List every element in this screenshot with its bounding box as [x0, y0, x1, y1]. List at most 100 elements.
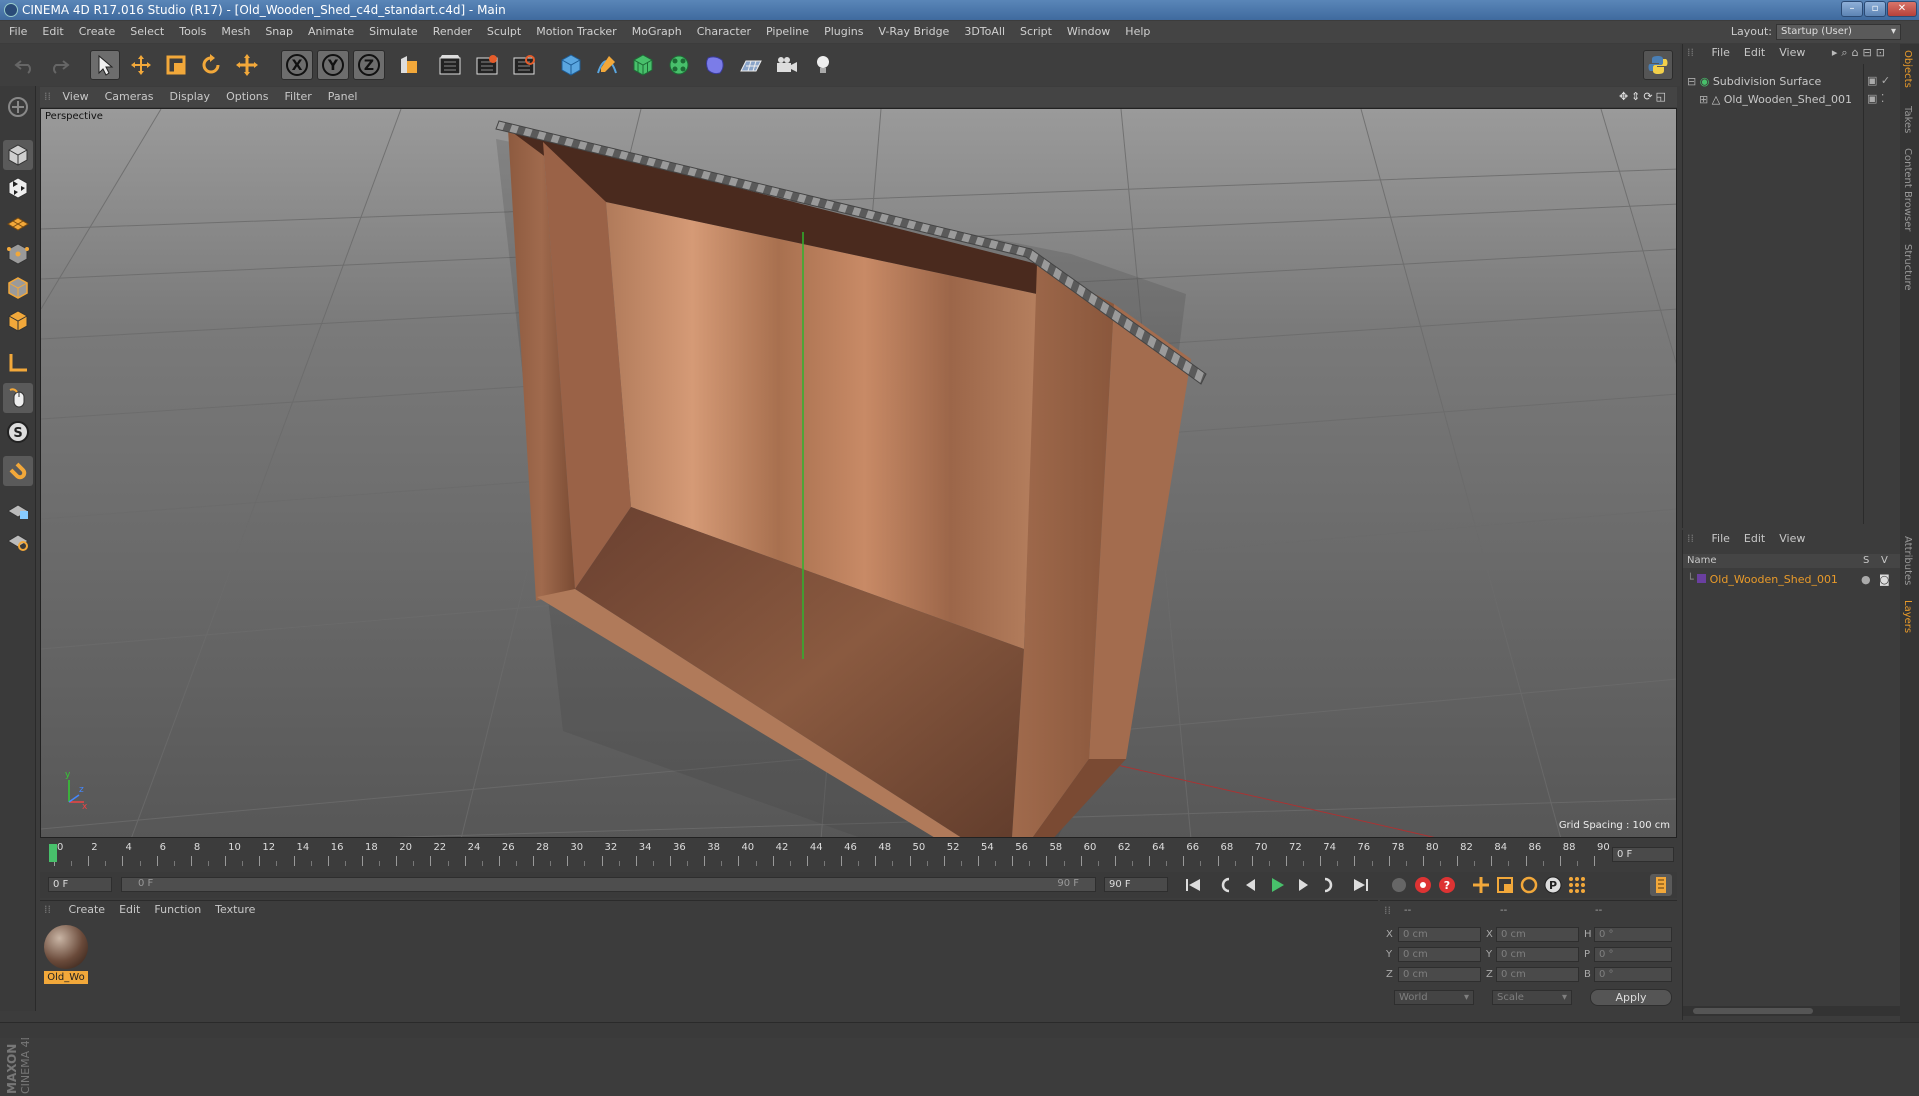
previous-frame-button[interactable] — [1240, 874, 1262, 896]
object-row-shed[interactable]: ⊞ △ Old_Wooden_Shed_001 — [1699, 92, 1867, 108]
live-select-button[interactable] — [232, 50, 262, 80]
size-z-field[interactable]: 0 cm — [1496, 967, 1579, 982]
key-rotation-button[interactable] — [1518, 874, 1540, 896]
close-button[interactable]: ✕ — [1887, 1, 1917, 17]
next-frame-button[interactable] — [1292, 874, 1314, 896]
light-button[interactable] — [808, 50, 838, 80]
menu-mesh[interactable]: Mesh — [221, 25, 250, 38]
redo-button[interactable] — [44, 50, 74, 80]
visibility-toggle-icon[interactable]: ▣ ⁚ — [1867, 92, 1884, 105]
viewport-menu-filter[interactable]: Filter — [285, 90, 312, 103]
viewport-menu-display[interactable]: Display — [170, 90, 211, 103]
axis-y-button[interactable]: Y — [317, 50, 349, 80]
key-position-button[interactable] — [1470, 874, 1492, 896]
go-to-start-button[interactable] — [1182, 874, 1204, 896]
viewport-menu-view[interactable]: View — [63, 90, 89, 103]
minimize-button[interactable]: – — [1841, 1, 1863, 17]
key-scale-button[interactable] — [1494, 874, 1516, 896]
texture-mode-button[interactable] — [3, 173, 33, 203]
object-menu-view[interactable]: View — [1779, 46, 1805, 59]
next-key-button[interactable] — [1318, 874, 1340, 896]
menu-edit[interactable]: Edit — [42, 25, 63, 38]
play-button[interactable] — [1266, 874, 1288, 896]
menu-file[interactable]: File — [9, 25, 27, 38]
tab-takes[interactable]: Takes — [1902, 106, 1913, 133]
model-mode-button[interactable] — [3, 92, 33, 122]
menu-3dtoall[interactable]: 3DToAll — [964, 25, 1005, 38]
select-tool-button[interactable] — [90, 50, 120, 80]
menu-plugins[interactable]: Plugins — [824, 25, 863, 38]
position-x-field[interactable]: 0 cm — [1398, 927, 1481, 942]
rotation-h-field[interactable]: 0 ° — [1594, 927, 1672, 942]
keyframe-selection-button[interactable]: ? — [1436, 874, 1458, 896]
menu-character[interactable]: Character — [697, 25, 751, 38]
tweak-mode-button[interactable] — [3, 383, 33, 413]
menu-vray-bridge[interactable]: V-Ray Bridge — [878, 25, 949, 38]
key-pla-button[interactable] — [1566, 874, 1588, 896]
3d-viewport[interactable]: y x z Perspective Grid Spacing : 100 cm — [40, 108, 1677, 838]
scrollbar-thumb[interactable] — [1693, 1008, 1813, 1014]
coordinate-system-button[interactable] — [394, 50, 424, 80]
object-menu-edit[interactable]: Edit — [1744, 46, 1765, 59]
menu-create[interactable]: Create — [79, 25, 116, 38]
floor-button[interactable] — [736, 50, 766, 80]
menu-select[interactable]: Select — [130, 25, 164, 38]
workplane-lock-button[interactable] — [3, 494, 33, 524]
viewport-menu-options[interactable]: Options — [226, 90, 268, 103]
render-picture-viewer-button[interactable] — [472, 50, 502, 80]
menu-help[interactable]: Help — [1125, 25, 1150, 38]
material-menu-texture[interactable]: Texture — [215, 903, 255, 916]
start-frame-field[interactable]: 0 F — [48, 877, 112, 892]
tab-objects[interactable]: Objects — [1902, 50, 1913, 88]
layer-menu-view[interactable]: View — [1779, 532, 1805, 545]
viewport-menu-cameras[interactable]: Cameras — [105, 90, 154, 103]
axis-x-button[interactable]: X — [281, 50, 313, 80]
cube-button[interactable] — [556, 50, 586, 80]
tab-content-browser[interactable]: Content Browser — [1902, 148, 1913, 231]
axis-z-button[interactable]: Z — [353, 50, 385, 80]
workplane-mode-button[interactable] — [3, 206, 33, 236]
move-tool-button[interactable] — [126, 50, 156, 80]
python-button[interactable] — [1643, 50, 1673, 80]
object-row-subdivision[interactable]: ⊟ ◉ Subdivision Surface — [1687, 74, 1867, 90]
record-keys-button[interactable] — [1388, 874, 1410, 896]
menu-mograph[interactable]: MoGraph — [632, 25, 682, 38]
tab-layers[interactable]: Layers — [1902, 600, 1913, 633]
horizontal-scrollbar[interactable] — [1683, 1006, 1901, 1016]
frame-range-slider[interactable]: 0 F 90 F — [121, 877, 1096, 892]
layer-menu-file[interactable]: File — [1712, 532, 1730, 545]
menu-animate[interactable]: Animate — [308, 25, 354, 38]
position-y-field[interactable]: 0 cm — [1398, 947, 1481, 962]
tab-attributes[interactable]: Attributes — [1902, 536, 1913, 585]
layout-dropdown[interactable]: Startup (User) ▾ — [1776, 24, 1901, 40]
size-mode-dropdown[interactable]: Scale ▾ — [1492, 990, 1572, 1005]
go-to-end-button[interactable] — [1350, 874, 1372, 896]
timeline-ruler[interactable]: 0 2 4 6 8 10 12 14 16 18 20 22 24 26 28 30 32 34 36 38 40 42 4… — [40, 840, 1677, 872]
menu-snap[interactable]: Snap — [265, 25, 293, 38]
material-menu-create[interactable]: Create — [69, 903, 106, 916]
rotate-tool-button[interactable] — [196, 50, 226, 80]
material-swatch[interactable]: Old_Wo — [44, 925, 88, 985]
viewport-menu-panel[interactable]: Panel — [328, 90, 358, 103]
material-menu-function[interactable]: Function — [154, 903, 201, 916]
points-mode-button[interactable] — [3, 239, 33, 269]
scale-tool-button[interactable] — [161, 50, 191, 80]
menu-sculpt[interactable]: Sculpt — [487, 25, 521, 38]
polygons-mode-button[interactable] — [3, 306, 33, 336]
object-mode-button[interactable] — [3, 140, 33, 170]
layer-row[interactable]: └ Old_Wooden_Shed_001 ● ◙ — [1687, 572, 1897, 588]
menu-tools[interactable]: Tools — [179, 25, 206, 38]
menu-pipeline[interactable]: Pipeline — [766, 25, 809, 38]
layer-visible-toggle[interactable]: ◙ — [1879, 572, 1890, 588]
position-z-field[interactable]: 0 cm — [1398, 967, 1481, 982]
key-parameter-button[interactable]: P — [1542, 874, 1564, 896]
current-frame-field[interactable]: 0 F — [1612, 847, 1674, 862]
render-settings-button[interactable] — [509, 50, 539, 80]
size-y-field[interactable]: 0 cm — [1496, 947, 1579, 962]
subdivision-button[interactable] — [628, 50, 658, 80]
rotation-p-field[interactable]: 0 ° — [1594, 947, 1672, 962]
menu-motion-tracker[interactable]: Motion Tracker — [536, 25, 616, 38]
layer-solo-toggle[interactable]: ● — [1861, 572, 1871, 588]
coordinate-space-dropdown[interactable]: World ▾ — [1394, 990, 1474, 1005]
snap-button[interactable] — [3, 456, 33, 486]
